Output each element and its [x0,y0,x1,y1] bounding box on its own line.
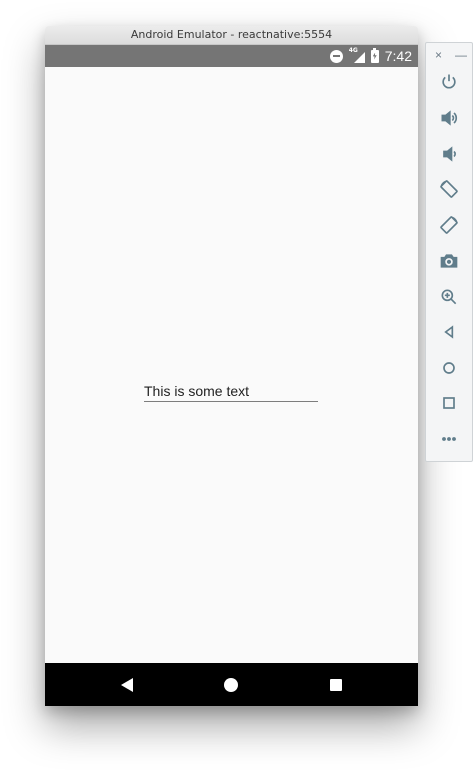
nav-recents-button[interactable] [314,663,358,706]
volume-down-icon [443,146,456,162]
screenshot-button[interactable] [437,249,461,273]
home-icon [443,362,455,374]
toolbar-overview-button[interactable] [437,391,461,415]
rotate-left-button[interactable] [437,177,461,201]
rotate-right-icon [440,216,458,234]
nav-back-button[interactable] [105,663,149,706]
more-icon [442,437,456,441]
rotate-right-button[interactable] [437,213,461,237]
do-not-disturb-icon [329,49,343,63]
toolbar-close-button[interactable]: × [435,47,442,63]
status-icons: 4G 7:42 [329,45,412,67]
text-input[interactable] [144,380,318,402]
camera-icon [440,254,458,268]
nav-home-button[interactable] [209,663,253,706]
home-icon [224,677,238,692]
battery-charging-icon [370,47,379,63]
power-icon [442,74,456,89]
status-clock: 7:42 [384,48,412,64]
app-content [45,67,418,663]
emulator-toolbar: × — [425,42,473,462]
back-icon [121,677,133,692]
volume-up-icon [441,110,458,126]
toolbar-minimize-button[interactable]: — [455,47,467,63]
back-icon [444,325,454,339]
toolbar-home-button[interactable] [437,356,461,380]
rotate-left-icon [440,180,458,198]
overview-icon [443,397,455,409]
status-bar: 4G 7:42 [45,45,418,67]
signal-icon: 4G [349,47,365,63]
emulator-window: Android Emulator - reactnative:5554 4G 7… [45,26,418,706]
zoom-button[interactable] [437,285,461,309]
window-title: Android Emulator - reactnative:5554 [45,26,418,45]
signal-triangle-icon [353,52,365,63]
zoom-icon [441,289,457,305]
volume-up-button[interactable] [437,106,461,130]
navigation-bar [45,663,418,706]
volume-down-button[interactable] [437,142,461,166]
power-button[interactable] [437,70,461,94]
toolbar-more-button[interactable] [437,427,461,451]
toolbar-window-controls: × — [426,47,472,63]
toolbar-back-button[interactable] [437,320,461,344]
recents-icon [330,678,342,691]
